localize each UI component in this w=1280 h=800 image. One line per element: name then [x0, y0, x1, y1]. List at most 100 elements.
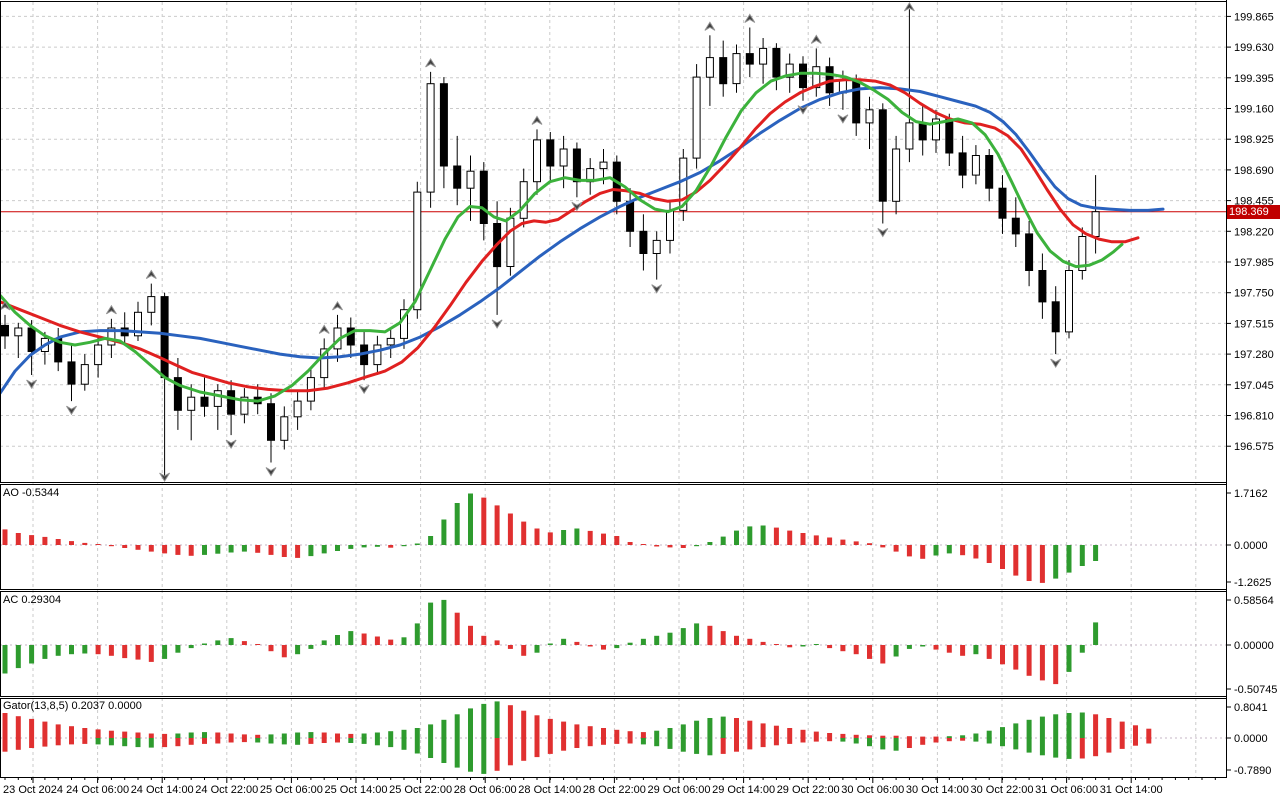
gator-upper-histogram-bar [787, 728, 792, 738]
ac-histogram-bar [69, 645, 74, 654]
bear-candle-body [573, 149, 580, 182]
gator-upper-histogram-bar [1000, 727, 1005, 738]
gator-lower-histogram-bar [508, 738, 513, 765]
ac-histogram-bar [402, 637, 407, 645]
ao-histogram-bar [56, 539, 61, 545]
gator-upper-histogram-bar [987, 731, 992, 738]
bear-candle-body [268, 404, 275, 441]
time-tick-label: 30 Oct 06:00 [841, 784, 904, 796]
gator-upper-histogram-bar [348, 734, 353, 738]
bear-candle-body [946, 119, 953, 153]
bull-candle-body [467, 171, 474, 188]
ao-histogram-bar [1067, 545, 1072, 573]
gator-upper-histogram-bar [654, 731, 659, 738]
ac-histogram-bar [1067, 645, 1072, 672]
bull-candle-body [906, 123, 913, 149]
gator-lower-histogram-bar [588, 738, 593, 746]
gator-upper-histogram-bar [96, 729, 101, 738]
bear-candle-body [1026, 234, 1033, 271]
ac-histogram-bar [189, 645, 194, 648]
ao-histogram-bar [335, 545, 340, 551]
bear-candle-body [720, 58, 727, 84]
time-tick-label: 29 Oct 22:00 [777, 784, 840, 796]
bear-candle-body [2, 325, 9, 336]
gator-upper-histogram-bar [1053, 714, 1058, 738]
bull-candle-body [427, 84, 434, 192]
ao-histogram-bar [375, 545, 380, 547]
bear-candle-body [480, 171, 487, 223]
ao-histogram-bar [1000, 545, 1005, 569]
ao-histogram-bar [481, 498, 486, 545]
ao-histogram-bar [295, 545, 300, 558]
gator-upper-histogram-bar [29, 719, 34, 738]
gator-lower-histogram-bar [907, 738, 912, 748]
ac-histogram-bar [1040, 645, 1045, 680]
ao-histogram-bar [707, 542, 712, 545]
gator-lower-histogram-bar [362, 738, 367, 744]
gator-upper-histogram-bar [960, 735, 965, 738]
gator-lower-histogram-bar [774, 738, 779, 745]
gator-lower-histogram-bar [388, 738, 393, 747]
gator-lower-histogram-bar [934, 738, 939, 743]
ao-histogram-bar [229, 545, 234, 553]
gator-lower-histogram-bar [322, 738, 327, 743]
chart-canvas[interactable]: 199.865199.630199.395199.160198.925198.6… [0, 0, 1280, 800]
ac-histogram-bar [521, 645, 526, 656]
bear-candle-body [800, 64, 807, 88]
ac-histogram-bar [335, 635, 340, 645]
price-tick-label: 197.515 [1234, 318, 1274, 330]
time-tick-label: 28 Oct 06:00 [454, 784, 517, 796]
ao-histogram-bar [109, 545, 114, 546]
gator-lower-histogram-bar [308, 738, 313, 744]
price-axis[interactable]: 199.865199.630199.395199.160198.925198.6… [1226, 11, 1274, 453]
ac-histogram-bar [694, 623, 699, 645]
time-tick-label: 25 Oct 06:00 [260, 784, 323, 796]
bull-candle-body [534, 140, 541, 182]
gator-upper-histogram-bar [1120, 722, 1125, 738]
gator-upper-histogram-bar [574, 724, 579, 738]
ac-histogram-bar [1013, 645, 1018, 670]
ao-histogram-bar [362, 545, 367, 547]
time-tick-label: 24 Oct 14:00 [131, 784, 194, 796]
ac-histogram-bar [162, 645, 167, 659]
gator-upper-histogram-bar [774, 726, 779, 738]
price-tick-label: 198.690 [1234, 165, 1274, 177]
gator-upper-histogram-bar [495, 701, 500, 738]
gator-upper-histogram-bar [1067, 713, 1072, 738]
gator-lower-histogram-bar [335, 738, 340, 743]
bear-candle-body [1039, 271, 1046, 302]
gator-upper-histogram-bar [641, 732, 646, 738]
ao-histogram-bar [574, 529, 579, 546]
ao-histogram-bar [69, 541, 74, 545]
ac-histogram-bar [628, 643, 633, 645]
gator-upper-histogram-bar [894, 736, 899, 738]
gator-upper-histogram-bar [920, 737, 925, 738]
gator-lower-histogram-bar [574, 738, 579, 748]
gator-lower-histogram-bar [867, 738, 872, 746]
ao-histogram-bar [668, 545, 673, 547]
ao-histogram-bar [535, 529, 540, 546]
gator-lower-histogram-bar [1093, 738, 1098, 756]
price-tick-label: 199.160 [1234, 104, 1274, 116]
ac-histogram-bar [322, 640, 327, 645]
bull-candle-body [653, 240, 660, 253]
gator-upper-histogram-bar [827, 733, 832, 738]
ao-histogram-bar [202, 545, 207, 555]
gator-lower-histogram-bar [761, 738, 766, 747]
gator-lower-histogram-bar [1067, 738, 1072, 759]
gator-lower-histogram-bar [561, 738, 566, 751]
gator-upper-histogram-bar [468, 708, 473, 738]
gator-lower-histogram-bar [495, 738, 500, 771]
bear-candle-body [440, 84, 447, 166]
ac-histogram-bar [29, 645, 34, 664]
ac-histogram-bar [641, 639, 646, 645]
price-tick-label: 196.810 [1234, 411, 1274, 423]
bull-candle-body [1092, 212, 1099, 237]
gator-upper-histogram-bar [255, 735, 260, 738]
bull-candle-body [294, 401, 301, 417]
ac-histogram-bar [269, 645, 274, 651]
indicator-scale-label: 0.0000 [1234, 540, 1268, 552]
gator-lower-histogram-bar [162, 738, 167, 747]
ao-histogram-bar [136, 545, 141, 550]
gator-lower-histogram-bar [255, 738, 260, 743]
